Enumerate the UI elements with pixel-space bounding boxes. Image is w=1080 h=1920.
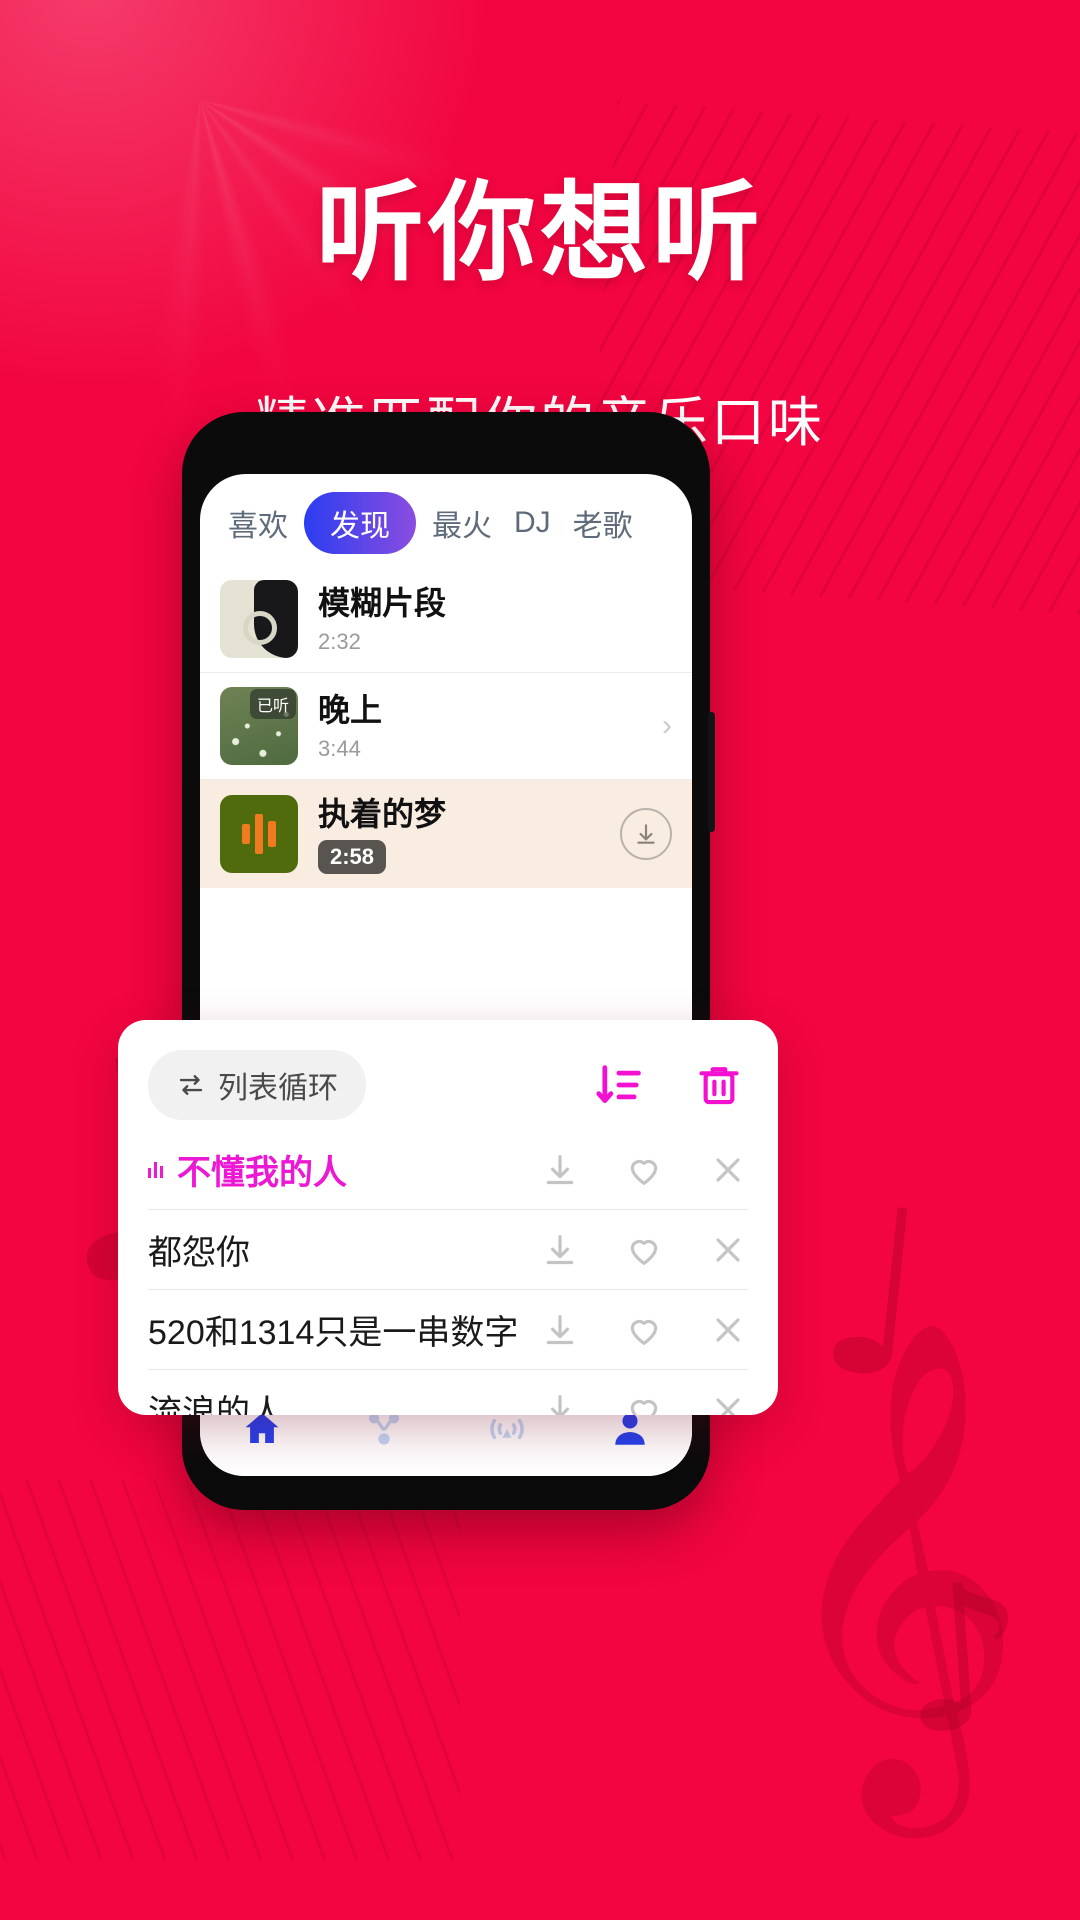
page-title: 听你想听 [315,171,764,296]
song-duration: 2:58 [318,840,387,874]
song-title: 晚上 [318,692,383,728]
tab-faxian[interactable]: 发现 [304,492,416,554]
tab-zuihuo[interactable]: 最火 [426,493,498,553]
playlist-row-title: 流浪的人 [148,1394,284,1415]
playlist-row[interactable]: 520和1314只是一串数字 [148,1290,748,1370]
song-info: 模糊片段 2:32 [318,583,672,655]
tab-xihuan[interactable]: 喜欢 [222,493,294,553]
loop-mode-label: 列表循环 [218,1072,338,1105]
sort-descending-icon [596,1065,641,1103]
close-icon[interactable] [708,1310,748,1350]
delete-button[interactable] [694,1060,744,1110]
heart-icon[interactable] [624,1310,664,1350]
close-icon[interactable] [708,1390,748,1416]
playlist-row-actions [540,1150,748,1190]
playlist-rows: 不懂我的人 都怨你 520和1314只是一串数字 流浪的人 [118,1130,778,1415]
trash-icon [699,1067,739,1105]
download-icon[interactable] [540,1310,580,1350]
chevron-right-icon: › [662,709,672,742]
spiral-art-icon [243,611,278,646]
now-playing-icon [148,1161,163,1178]
music-note-watermark-2: ♩ [806,1156,943,1433]
close-icon[interactable] [708,1150,748,1190]
playlist-row-title: 不懂我的人 [177,1154,347,1192]
download-icon[interactable] [540,1230,580,1270]
playlist-row[interactable]: 都怨你 [148,1210,748,1290]
album-cover: 已听 [220,687,298,765]
playlist-row[interactable]: 流浪的人 [148,1370,748,1415]
loop-arrows-icon [179,1075,203,1095]
playlist-actions [594,1059,744,1111]
playlist-row-title: 都怨你 [148,1234,250,1272]
album-cover [220,580,298,658]
download-icon [637,824,655,844]
song-duration: 2:32 [318,629,361,654]
song-info: 执着的梦 2:58 [318,794,600,874]
listened-badge: 已听 [249,689,296,719]
song-title: 执着的梦 [318,796,447,832]
category-tabs: 喜欢 发现 最火 DJ 老歌 [200,474,692,566]
song-list-item[interactable]: 已听 晚上 3:44 › [200,673,692,780]
heart-icon[interactable] [624,1230,664,1270]
playlist-panel-header: 列表循环 [118,1020,778,1130]
treble-clef-watermark: 𝄞 [770,1315,1025,1815]
download-button[interactable] [620,808,672,860]
sort-button[interactable] [594,1059,646,1111]
download-icon[interactable] [540,1150,580,1190]
playlist-row-title: 520和1314只是一串数字 [148,1314,519,1352]
tab-dj[interactable]: DJ [508,498,557,548]
playlist-row-actions [540,1390,748,1416]
download-icon[interactable] [540,1390,580,1416]
album-cover [220,795,298,873]
phone-side-button [708,712,715,832]
heart-icon[interactable] [624,1390,664,1416]
playlist-row-actions [540,1230,748,1270]
close-icon[interactable] [708,1230,748,1270]
song-duration: 3:44 [318,736,361,761]
playlist-row[interactable]: 不懂我的人 [148,1130,748,1210]
playlist-panel: 列表循环 不懂我的人 都怨你 520和1314只是一串数字 流浪的人 [118,1020,778,1415]
music-note-watermark-3: ♪ [891,1538,1036,1781]
song-list-item-active[interactable]: 执着的梦 2:58 [200,780,692,888]
loop-mode-button[interactable]: 列表循环 [148,1050,366,1120]
heart-icon[interactable] [624,1150,664,1190]
playlist-row-actions [540,1310,748,1350]
song-list-item[interactable]: 模糊片段 2:32 [200,566,692,673]
song-title: 模糊片段 [318,585,447,621]
equalizer-art-icon [242,814,276,854]
tab-laoge[interactable]: 老歌 [567,493,639,553]
stave-watermark-2 [0,1480,460,1860]
promo-poster: ♫ ♩ ♪ 𝄞 听你想听 精准匹配你的音乐口味 喜欢 发现 最火 DJ 老歌 模… [0,0,1080,1920]
song-info: 晚上 3:44 [318,690,642,762]
